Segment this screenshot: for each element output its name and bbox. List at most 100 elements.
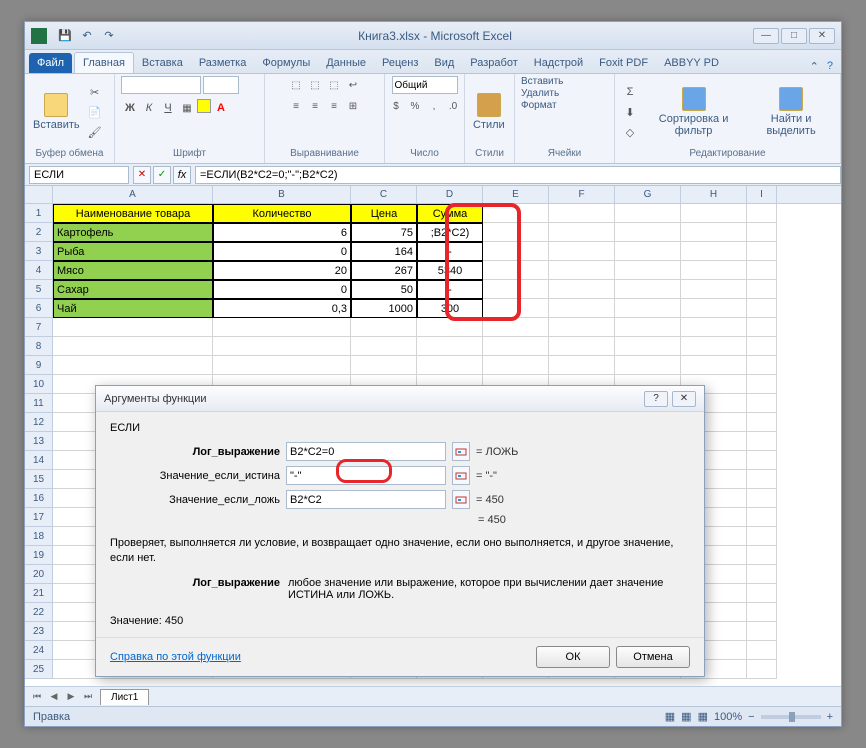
align-right-icon[interactable]: ≡ bbox=[325, 97, 343, 115]
row-10[interactable]: 10 bbox=[25, 375, 53, 394]
view-break-icon[interactable]: ▦ bbox=[698, 710, 708, 723]
arg-input-0[interactable] bbox=[286, 442, 446, 461]
row-5[interactable]: 5 bbox=[25, 280, 53, 299]
sort-filter-button[interactable]: Сортировка и фильтр bbox=[643, 85, 744, 139]
cell-C6[interactable]: 1000 bbox=[351, 299, 417, 318]
align-top-icon[interactable]: ⬚ bbox=[287, 76, 305, 94]
cell-B5[interactable]: 0 bbox=[213, 280, 351, 299]
col-B[interactable]: B bbox=[213, 186, 351, 203]
insert-cells[interactable]: Вставить bbox=[521, 76, 608, 87]
row-15[interactable]: 15 bbox=[25, 470, 53, 489]
row-23[interactable]: 23 bbox=[25, 622, 53, 641]
cell-F1[interactable] bbox=[549, 204, 615, 223]
view-layout-icon[interactable]: ▦ bbox=[681, 710, 691, 723]
row-25[interactable]: 25 bbox=[25, 660, 53, 679]
align-center-icon[interactable]: ≡ bbox=[306, 97, 324, 115]
col-H[interactable]: H bbox=[681, 186, 747, 203]
tab-file[interactable]: Файл bbox=[29, 53, 72, 73]
fx-icon[interactable]: fx bbox=[173, 166, 191, 184]
undo-icon[interactable]: ↶ bbox=[79, 28, 95, 44]
row-3[interactable]: 3 bbox=[25, 242, 53, 261]
find-select-button[interactable]: Найти и выделить bbox=[748, 85, 834, 139]
prev-sheet-icon[interactable]: ◀ bbox=[46, 689, 62, 705]
col-F[interactable]: F bbox=[549, 186, 615, 203]
sheet-tab-1[interactable]: Лист1 bbox=[100, 689, 149, 705]
comma-icon[interactable]: , bbox=[425, 97, 443, 115]
cell-G1[interactable] bbox=[615, 204, 681, 223]
format-cells[interactable]: Формат bbox=[521, 100, 608, 111]
col-A[interactable]: A bbox=[53, 186, 213, 203]
cell-A4[interactable]: Мясо bbox=[53, 261, 213, 280]
cell-D2[interactable]: ;B2*C2) bbox=[417, 223, 483, 242]
bold-icon[interactable]: Ж bbox=[121, 99, 139, 117]
save-icon[interactable]: 💾 bbox=[57, 28, 73, 44]
font-select[interactable] bbox=[121, 76, 201, 94]
minimize-ribbon-icon[interactable]: ⌃ bbox=[810, 60, 819, 73]
formula-input[interactable]: =ЕСЛИ(B2*C2=0;"-";B2*C2) bbox=[195, 166, 841, 184]
cell-A2[interactable]: Картофель bbox=[53, 223, 213, 242]
row-21[interactable]: 21 bbox=[25, 584, 53, 603]
row-20[interactable]: 20 bbox=[25, 565, 53, 584]
clear-icon[interactable]: ◇ bbox=[621, 123, 639, 141]
row-24[interactable]: 24 bbox=[25, 641, 53, 660]
row-16[interactable]: 16 bbox=[25, 489, 53, 508]
wrap-icon[interactable]: ↩ bbox=[344, 76, 362, 94]
col-G[interactable]: G bbox=[615, 186, 681, 203]
function-help-link[interactable]: Справка по этой функции bbox=[110, 651, 241, 663]
row-11[interactable]: 11 bbox=[25, 394, 53, 413]
row-8[interactable]: 8 bbox=[25, 337, 53, 356]
cell-D5[interactable]: - bbox=[417, 280, 483, 299]
cell-A3[interactable]: Рыба bbox=[53, 242, 213, 261]
cell-E1[interactable] bbox=[483, 204, 549, 223]
underline-icon[interactable]: Ч bbox=[159, 99, 177, 117]
close-button[interactable]: ✕ bbox=[809, 28, 835, 44]
ok-button[interactable]: ОК bbox=[536, 646, 610, 668]
zoom-level[interactable]: 100% bbox=[714, 711, 742, 723]
tab-view[interactable]: Вид bbox=[426, 53, 462, 73]
delete-cells[interactable]: Удалить bbox=[521, 88, 608, 99]
tab-insert[interactable]: Вставка bbox=[134, 53, 191, 73]
cell-B4[interactable]: 20 bbox=[213, 261, 351, 280]
dialog-close-icon[interactable]: ✕ bbox=[672, 391, 696, 407]
cancel-button[interactable]: Отмена bbox=[616, 646, 690, 668]
align-mid-icon[interactable]: ⬚ bbox=[306, 76, 324, 94]
cell-D3[interactable]: - bbox=[417, 242, 483, 261]
col-D[interactable]: D bbox=[417, 186, 483, 203]
view-normal-icon[interactable]: ▦ bbox=[665, 710, 675, 723]
collapse-dialog-icon[interactable] bbox=[452, 490, 470, 509]
tab-dev[interactable]: Разработ bbox=[462, 53, 525, 73]
row-14[interactable]: 14 bbox=[25, 451, 53, 470]
cell-C3[interactable]: 164 bbox=[351, 242, 417, 261]
row-6[interactable]: 6 bbox=[25, 299, 53, 318]
cell-D4[interactable]: 5340 bbox=[417, 261, 483, 280]
cell-B6[interactable]: 0,3 bbox=[213, 299, 351, 318]
row-2[interactable]: 2 bbox=[25, 223, 53, 242]
next-sheet-icon[interactable]: ▶ bbox=[63, 689, 79, 705]
maximize-button[interactable]: □ bbox=[781, 28, 807, 44]
fill-color-icon[interactable] bbox=[197, 99, 211, 113]
align-left-icon[interactable]: ≡ bbox=[287, 97, 305, 115]
tab-formulas[interactable]: Формулы bbox=[254, 53, 318, 73]
number-format[interactable] bbox=[392, 76, 458, 94]
tab-abbyy[interactable]: ABBYY PD bbox=[656, 53, 727, 73]
cell-A6[interactable]: Чай bbox=[53, 299, 213, 318]
first-sheet-icon[interactable]: ⏮ bbox=[29, 689, 45, 705]
cancel-formula-icon[interactable]: ✕ bbox=[133, 166, 151, 184]
tab-foxit[interactable]: Foxit PDF bbox=[591, 53, 656, 73]
copy-icon[interactable]: 📄 bbox=[86, 103, 104, 121]
row-18[interactable]: 18 bbox=[25, 527, 53, 546]
border-icon[interactable]: ▦ bbox=[178, 99, 196, 117]
percent-icon[interactable]: % bbox=[406, 97, 424, 115]
col-I[interactable]: I bbox=[747, 186, 777, 203]
font-size[interactable] bbox=[203, 76, 239, 94]
zoom-in-icon[interactable]: + bbox=[827, 711, 833, 723]
tab-review[interactable]: Реценз bbox=[374, 53, 426, 73]
cell-B3[interactable]: 0 bbox=[213, 242, 351, 261]
col-E[interactable]: E bbox=[483, 186, 549, 203]
redo-icon[interactable]: ↷ bbox=[101, 28, 117, 44]
row-12[interactable]: 12 bbox=[25, 413, 53, 432]
cell-D1[interactable]: Сумма bbox=[417, 204, 483, 223]
inc-dec-icon[interactable]: .0 bbox=[444, 97, 462, 115]
name-box[interactable]: ЕСЛИ bbox=[29, 166, 129, 184]
col-C[interactable]: C bbox=[351, 186, 417, 203]
